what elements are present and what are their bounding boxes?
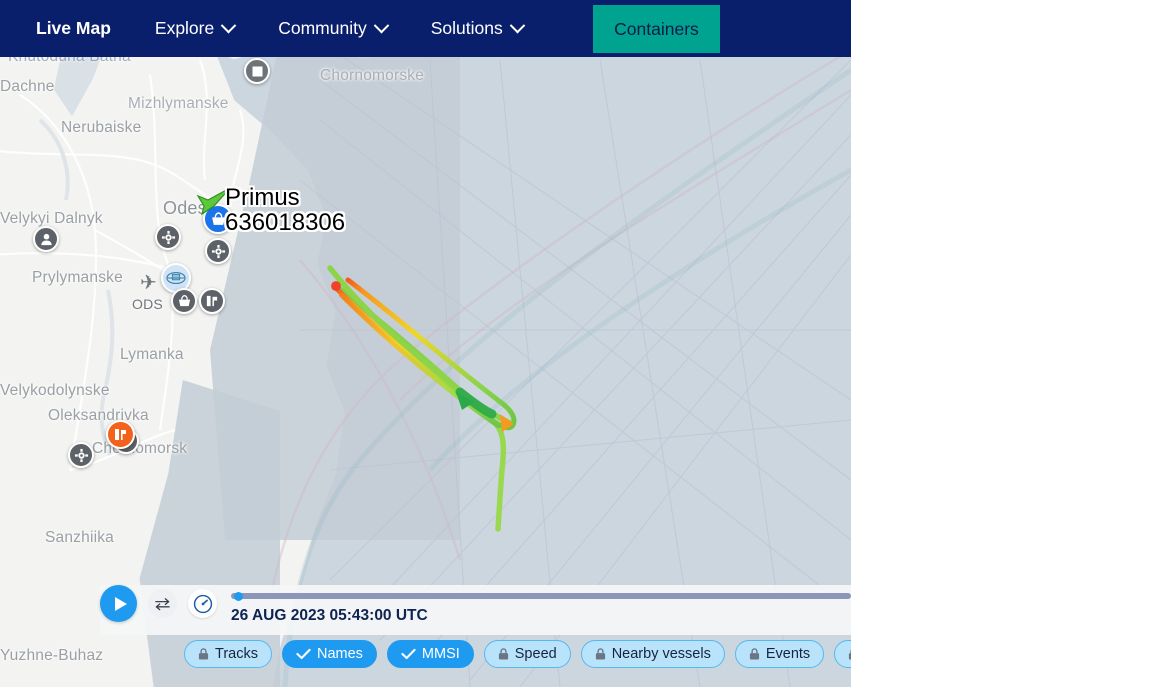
place-label: Sanzhiika — [45, 529, 115, 546]
timeline-slider-track[interactable] — [231, 593, 851, 599]
lock-icon — [498, 648, 508, 660]
place-label: Prylymanske — [32, 269, 123, 286]
play-button[interactable] — [100, 585, 137, 622]
place-label: Lymanka — [120, 346, 184, 363]
swap-direction-button[interactable] — [148, 589, 177, 618]
filter-chip-events[interactable]: Events — [734, 640, 825, 668]
filter-chip-nearby-vessels[interactable]: Nearby vessels — [580, 640, 725, 668]
filter-chip-label: Tracks — [215, 646, 258, 662]
silo-icon[interactable] — [106, 420, 135, 449]
place-label: Oleksandrivka — [48, 407, 149, 424]
timeline-timestamp: 26 AUG 2023 05:43:00 UTC — [231, 607, 428, 624]
place-label: Dachne — [0, 78, 55, 95]
chevron-down-icon — [509, 17, 526, 34]
filter-chip-weather[interactable]: Weather — [834, 640, 851, 668]
play-icon — [114, 596, 127, 611]
airport-code-label: ODS — [132, 296, 163, 312]
lock-icon — [749, 648, 759, 660]
filter-chip-speed[interactable]: Speed — [483, 640, 571, 668]
swap-arrows-icon — [155, 597, 170, 610]
filter-chip-label: Events — [765, 646, 811, 662]
timeline-slider[interactable] — [231, 592, 851, 601]
silo-icon[interactable] — [199, 288, 225, 314]
square-marker-icon[interactable] — [244, 58, 270, 84]
live-map-application: Khutoduna Batha Dachne Mizhlymanske Chor… — [0, 0, 851, 687]
top-navigation-bar: Live Map Explore Community Solutions Con… — [0, 0, 851, 57]
terminal-icon[interactable] — [171, 288, 197, 314]
check-icon — [296, 648, 311, 660]
place-label: Velykodolynske — [0, 382, 110, 399]
lock-icon — [595, 648, 605, 660]
nav-community[interactable]: Community — [278, 17, 390, 39]
place-label: Velykyi Dalnyk — [0, 210, 103, 227]
filter-chip-mmsi[interactable]: MMSI — [386, 640, 474, 668]
gear-icon[interactable] — [205, 238, 231, 264]
chevron-down-icon — [220, 17, 237, 34]
playback-speed-button[interactable] — [188, 589, 217, 618]
nav-explore-label: Explore — [154, 18, 215, 38]
filter-chip-label: Nearby vessels — [611, 646, 711, 662]
person-icon[interactable] — [33, 226, 59, 252]
nav-containers-button[interactable]: Containers — [593, 5, 720, 53]
check-icon — [401, 648, 416, 660]
filter-chip-names[interactable]: Names — [281, 640, 377, 668]
filter-chip-tracks[interactable]: Tracks — [184, 640, 272, 668]
place-label: Nerubaiske — [61, 119, 142, 136]
lock-icon — [849, 649, 851, 660]
nav-live-map[interactable]: Live Map — [36, 18, 111, 39]
place-label: Mizhlymanske — [128, 95, 229, 112]
filter-chip-label: MMSI — [421, 646, 460, 662]
place-label: Chornomorsk — [92, 440, 188, 457]
nav-containers-label: Containers — [614, 18, 699, 39]
nav-community-label: Community — [278, 18, 367, 38]
nav-solutions[interactable]: Solutions — [430, 17, 526, 39]
lock-icon — [198, 648, 209, 660]
timeline-panel: 26 AUG 2023 05:43:00 UTC — [100, 585, 851, 635]
gear-icon[interactable] — [155, 224, 181, 250]
vessel-arrow-icon[interactable] — [196, 186, 236, 218]
timeline-slider-handle[interactable] — [234, 592, 243, 601]
map-canvas[interactable]: Khutoduna Batha Dachne Mizhlymanske Chor… — [0, 0, 851, 687]
airport-icon: ✈ — [140, 272, 157, 294]
filter-chip-label: Names — [316, 646, 363, 662]
chevron-down-icon — [373, 17, 390, 34]
nav-solutions-label: Solutions — [430, 18, 503, 38]
gear-icon[interactable] — [68, 442, 94, 468]
place-label: Chornomorske — [320, 67, 425, 84]
map-filter-chip-row: Tracks Names MMSI Speed Nearby vessels E… — [0, 637, 851, 671]
nav-explore[interactable]: Explore — [154, 17, 237, 39]
filter-chip-label: Speed — [514, 646, 557, 662]
speed-gauge-icon — [193, 594, 212, 613]
nav-live-map-label: Live Map — [36, 18, 111, 38]
